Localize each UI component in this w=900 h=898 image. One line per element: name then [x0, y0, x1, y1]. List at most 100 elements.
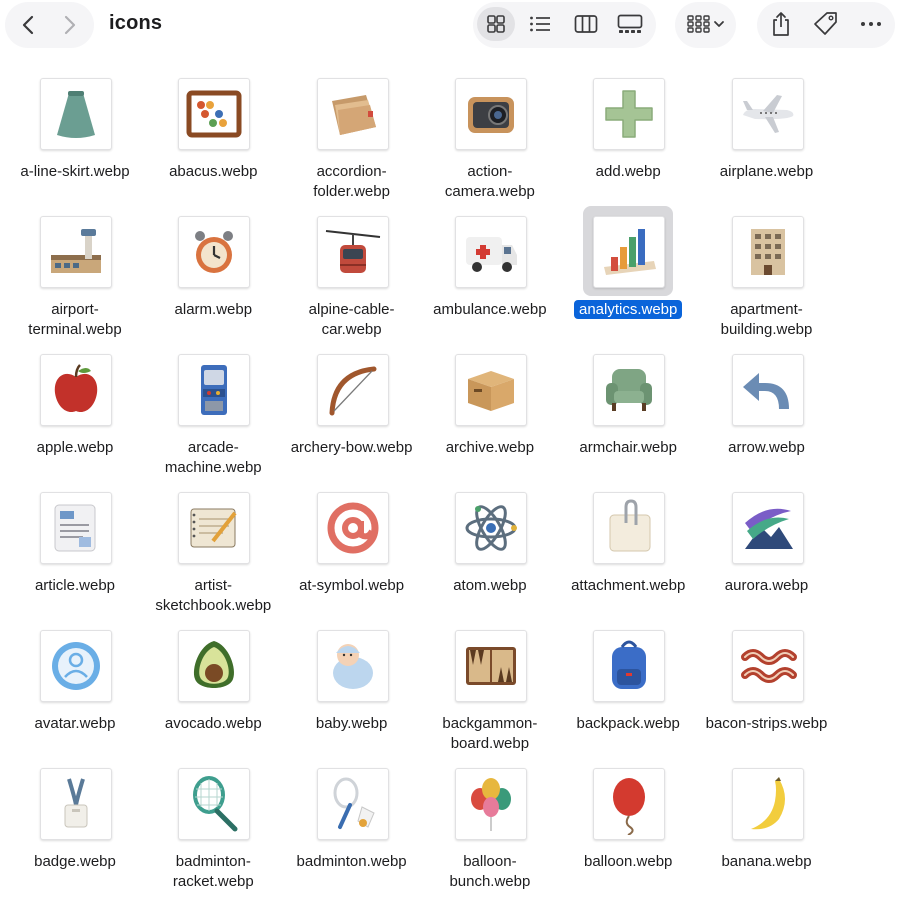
list-view-button[interactable] — [521, 7, 559, 41]
file-name[interactable]: baby.webp — [284, 714, 420, 734]
file-item[interactable]: backpack.webp — [560, 622, 696, 760]
file-thumbnail[interactable] — [454, 768, 527, 840]
file-name[interactable]: backgammon-board.webp — [422, 714, 558, 754]
file-item[interactable]: balloon-bunch.webp — [422, 760, 558, 898]
file-name[interactable]: badminton-racket.webp — [145, 852, 281, 892]
file-thumbnail[interactable] — [316, 216, 389, 288]
file-thumbnail[interactable] — [593, 354, 666, 426]
file-thumbnail[interactable] — [731, 492, 804, 564]
file-name[interactable]: arrow.webp — [699, 438, 835, 458]
file-item[interactable]: banana.webp — [699, 760, 835, 898]
file-thumbnail[interactable] — [454, 492, 527, 564]
file-thumbnail[interactable] — [178, 492, 251, 564]
file-thumbnail[interactable] — [178, 630, 251, 702]
share-button[interactable] — [762, 7, 800, 41]
file-item[interactable]: bacon-strips.webp — [699, 622, 835, 760]
file-name[interactable]: add.webp — [560, 162, 696, 182]
file-item[interactable]: baby.webp — [284, 622, 420, 760]
file-thumbnail[interactable] — [454, 630, 527, 702]
file-name[interactable]: ambulance.webp — [422, 300, 558, 320]
file-item[interactable]: add.webp — [560, 70, 696, 208]
file-name[interactable]: archive.webp — [422, 438, 558, 458]
file-thumbnail[interactable] — [454, 354, 527, 426]
forward-button[interactable] — [52, 6, 88, 44]
file-name[interactable]: backpack.webp — [560, 714, 696, 734]
file-thumbnail[interactable] — [40, 78, 112, 150]
file-thumbnail[interactable] — [454, 78, 527, 150]
file-name[interactable]: banana.webp — [699, 852, 835, 872]
file-name[interactable]: armchair.webp — [560, 438, 696, 458]
icon-view-button[interactable] — [477, 7, 515, 41]
file-item[interactable]: apartment-building.webp — [699, 208, 835, 346]
file-name[interactable]: apple.webp — [7, 438, 143, 458]
file-thumbnail[interactable] — [731, 78, 804, 150]
file-thumbnail[interactable] — [593, 216, 666, 288]
file-thumbnail[interactable] — [593, 630, 666, 702]
file-item[interactable]: abacus.webp — [145, 70, 281, 208]
file-thumbnail[interactable] — [731, 354, 804, 426]
file-name[interactable]: avocado.webp — [145, 714, 281, 734]
file-thumbnail[interactable] — [178, 78, 251, 150]
file-item[interactable]: arrow.webp — [699, 346, 835, 484]
file-item[interactable]: airport-terminal.webp — [7, 208, 143, 346]
file-item[interactable]: atom.webp — [422, 484, 558, 622]
back-button[interactable] — [10, 6, 46, 44]
file-name[interactable]: analytics.webp — [560, 300, 696, 320]
file-item[interactable]: accordion-folder.webp — [284, 70, 420, 208]
file-name[interactable]: accordion-folder.webp — [284, 162, 420, 202]
file-thumbnail[interactable] — [316, 78, 389, 150]
file-item[interactable]: archive.webp — [422, 346, 558, 484]
file-name[interactable]: airport-terminal.webp — [7, 300, 143, 340]
file-thumbnail[interactable] — [731, 768, 804, 840]
file-item[interactable]: badminton.webp — [284, 760, 420, 898]
file-item[interactable]: backgammon-board.webp — [422, 622, 558, 760]
file-thumbnail[interactable] — [40, 492, 112, 564]
file-thumbnail[interactable] — [40, 216, 112, 288]
file-thumbnail[interactable] — [593, 78, 666, 150]
file-thumbnail[interactable] — [316, 354, 389, 426]
file-item[interactable]: analytics.webp — [560, 206, 696, 346]
file-name[interactable]: abacus.webp — [145, 162, 281, 182]
file-thumbnail[interactable] — [178, 768, 251, 840]
file-name[interactable]: attachment.webp — [560, 576, 696, 596]
file-thumbnail[interactable] — [178, 354, 251, 426]
file-item[interactable]: article.webp — [7, 484, 143, 622]
file-item[interactable]: ambulance.webp — [422, 208, 558, 346]
file-name[interactable]: alarm.webp — [145, 300, 281, 320]
file-name[interactable]: atom.webp — [422, 576, 558, 596]
file-name[interactable]: arcade-machine.webp — [145, 438, 281, 478]
file-thumbnail[interactable] — [593, 768, 666, 840]
file-name[interactable]: badminton.webp — [284, 852, 420, 872]
file-name[interactable]: apartment-building.webp — [699, 300, 835, 340]
file-name[interactable]: balloon.webp — [560, 852, 696, 872]
file-item[interactable]: avatar.webp — [7, 622, 143, 760]
group-by-button[interactable] — [681, 7, 731, 41]
file-item[interactable]: artist-sketchbook.webp — [145, 484, 281, 622]
file-item[interactable]: aurora.webp — [699, 484, 835, 622]
file-item[interactable]: alpine-cable-car.webp — [284, 208, 420, 346]
file-name[interactable]: at-symbol.webp — [284, 576, 420, 596]
file-name[interactable]: a-line-skirt.webp — [7, 162, 143, 182]
file-name[interactable]: artist-sketchbook.webp — [145, 576, 281, 616]
file-name[interactable]: avatar.webp — [7, 714, 143, 734]
file-item[interactable]: airplane.webp — [699, 70, 835, 208]
file-item[interactable]: badge.webp — [7, 760, 143, 898]
file-name[interactable]: badge.webp — [7, 852, 143, 872]
file-name[interactable]: airplane.webp — [699, 162, 835, 182]
file-thumbnail[interactable] — [731, 216, 804, 288]
file-name[interactable]: aurora.webp — [699, 576, 835, 596]
file-item[interactable]: badminton-racket.webp — [145, 760, 281, 898]
file-thumbnail[interactable] — [454, 216, 527, 288]
file-item[interactable]: attachment.webp — [560, 484, 696, 622]
file-item[interactable]: at-symbol.webp — [284, 484, 420, 622]
file-item[interactable]: alarm.webp — [145, 208, 281, 346]
file-thumbnail[interactable] — [40, 768, 112, 840]
file-item[interactable]: apple.webp — [7, 346, 143, 484]
file-thumbnail[interactable] — [316, 630, 389, 702]
file-item[interactable]: action-camera.webp — [422, 70, 558, 208]
file-name[interactable]: archery-bow.webp — [284, 438, 420, 458]
file-thumbnail[interactable] — [40, 630, 112, 702]
file-name[interactable]: alpine-cable-car.webp — [284, 300, 420, 340]
gallery-view-button[interactable] — [611, 7, 649, 41]
file-name[interactable]: article.webp — [7, 576, 143, 596]
